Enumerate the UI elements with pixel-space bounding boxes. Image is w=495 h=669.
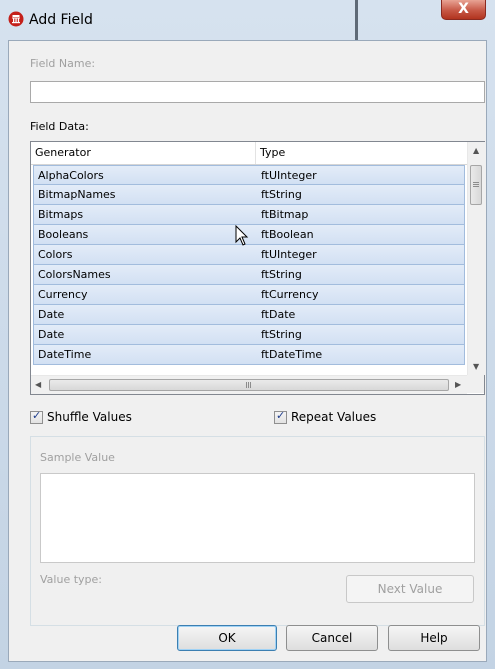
table-row[interactable]: Colors ftUInteger bbox=[33, 245, 465, 265]
grip-line bbox=[248, 382, 249, 388]
vertical-scroll-thumb[interactable] bbox=[470, 165, 482, 205]
generator-cell: AlphaColors bbox=[38, 169, 104, 182]
grid-rows: AlphaColors ftUInteger BitmapNames ftStrin… bbox=[33, 165, 465, 371]
generator-cell: Bitmaps bbox=[38, 208, 84, 221]
generator-cell: BitmapNames bbox=[38, 188, 116, 201]
table-row[interactable]: Currency ftCurrency bbox=[33, 285, 465, 305]
type-cell: ftBitmap bbox=[261, 208, 309, 221]
type-cell: ftString bbox=[261, 188, 302, 201]
grip-line bbox=[473, 184, 479, 185]
horizontal-scroll-thumb[interactable] bbox=[49, 379, 449, 391]
horizontal-scrollbar[interactable]: ◀ ▶ bbox=[31, 375, 467, 394]
sample-value-panel: Sample Value Value type: Next Value bbox=[30, 436, 485, 626]
value-type-label: Value type: bbox=[40, 573, 102, 586]
type-cell: ftCurrency bbox=[261, 288, 319, 301]
title-divider bbox=[355, 0, 358, 40]
grip-line bbox=[246, 382, 247, 388]
vertical-scrollbar[interactable]: ▲ ▼ bbox=[467, 142, 485, 375]
table-row[interactable]: AlphaColors ftUInteger bbox=[33, 165, 465, 185]
type-cell: ftUInteger bbox=[261, 248, 317, 261]
table-row[interactable]: Date ftString bbox=[33, 325, 465, 345]
dialog-body: Field Name: Field Data: Generator Type A… bbox=[8, 40, 487, 662]
type-cell: ftUInteger bbox=[261, 169, 317, 182]
title-bar[interactable]: Add Field X bbox=[0, 0, 495, 40]
generator-cell: Currency bbox=[38, 288, 88, 301]
shuffle-values-label[interactable]: Shuffle Values bbox=[47, 410, 132, 424]
grip-line bbox=[473, 186, 479, 187]
table-row[interactable]: Bitmaps ftBitmap bbox=[33, 205, 465, 225]
generator-cell: DateTime bbox=[38, 348, 92, 361]
type-cell: ftString bbox=[261, 268, 302, 281]
cancel-button[interactable]: Cancel bbox=[286, 625, 378, 651]
scroll-up-icon[interactable]: ▲ bbox=[473, 146, 479, 155]
generator-cell: Date bbox=[38, 308, 65, 321]
mouse-pointer-icon bbox=[235, 225, 249, 246]
field-name-label: Field Name: bbox=[30, 57, 96, 70]
grip-line bbox=[250, 382, 251, 388]
table-row[interactable]: Date ftDate bbox=[33, 305, 465, 325]
type-cell: ftDateTime bbox=[261, 348, 323, 361]
database-icon bbox=[8, 11, 24, 27]
type-cell: ftString bbox=[261, 328, 302, 341]
type-cell: ftBoolean bbox=[261, 228, 314, 241]
repeat-values-checkbox[interactable] bbox=[274, 409, 287, 424]
field-name-input[interactable] bbox=[30, 81, 485, 103]
generator-cell: Booleans bbox=[38, 228, 89, 241]
generator-cell: Colors bbox=[38, 248, 73, 261]
generator-cell: Date bbox=[38, 328, 65, 341]
table-row[interactable]: BitmapNames ftString bbox=[33, 185, 465, 205]
type-cell: ftDate bbox=[261, 308, 296, 321]
next-value-button[interactable]: Next Value bbox=[346, 575, 474, 603]
sample-value-textarea[interactable] bbox=[40, 473, 475, 563]
shuffle-values-checkbox[interactable] bbox=[30, 409, 43, 424]
field-data-label: Field Data: bbox=[30, 120, 89, 133]
dialog-frame: Add Field X Field Name: Field Data: Gene… bbox=[0, 0, 495, 669]
scroll-down-icon[interactable]: ▼ bbox=[473, 362, 479, 371]
grip-line bbox=[473, 182, 479, 183]
sample-value-label: Sample Value bbox=[40, 451, 115, 464]
table-row[interactable]: DateTime ftDateTime bbox=[33, 345, 465, 365]
column-header-generator[interactable]: Generator bbox=[31, 142, 256, 164]
grid-header: Generator Type bbox=[31, 142, 467, 165]
scroll-right-icon[interactable]: ▶ bbox=[455, 380, 461, 389]
column-header-type[interactable]: Type bbox=[256, 142, 467, 164]
ok-button[interactable]: OK bbox=[177, 625, 277, 651]
help-button[interactable]: Help bbox=[388, 625, 480, 651]
close-button[interactable]: X bbox=[441, 0, 486, 20]
close-icon: X bbox=[458, 1, 469, 17]
scroll-corner bbox=[467, 375, 484, 393]
table-row[interactable]: ColorsNames ftString bbox=[33, 265, 465, 285]
scroll-left-icon[interactable]: ◀ bbox=[35, 380, 41, 389]
repeat-values-label[interactable]: Repeat Values bbox=[291, 410, 376, 424]
field-data-grid[interactable]: Generator Type AlphaColors ftUInteger Bit… bbox=[30, 141, 485, 395]
generator-cell: ColorsNames bbox=[38, 268, 111, 281]
window-title: Add Field bbox=[29, 12, 93, 28]
